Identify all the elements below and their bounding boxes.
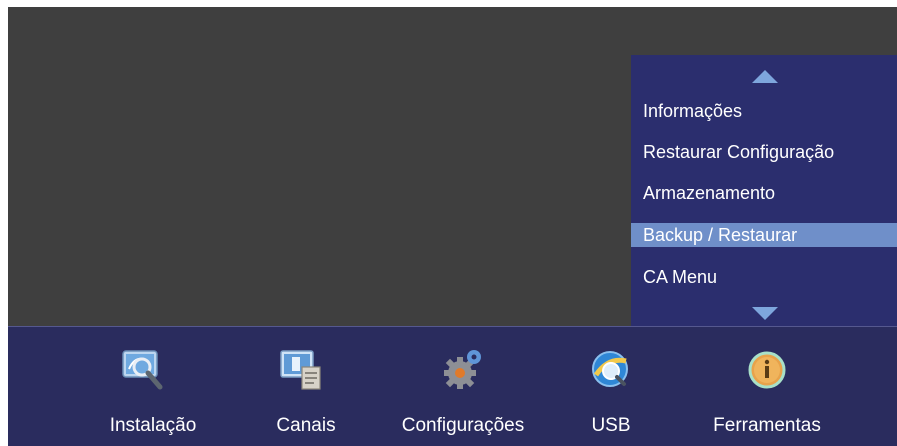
tools-submenu: Informações Restaurar Configuração Armaz… <box>631 55 897 326</box>
menu-item-informacoes[interactable]: Informações <box>631 99 897 123</box>
main-menu-label: Ferramentas <box>713 415 821 436</box>
menu-item-backup-restaurar[interactable]: Backup / Restaurar <box>631 223 897 247</box>
info-icon <box>748 351 786 389</box>
globe-search-icon <box>592 351 628 387</box>
tv-screen: Informações Restaurar Configuração Armaz… <box>8 7 897 446</box>
main-menu-usb[interactable]: USB <box>576 327 646 446</box>
main-menu-configuracoes[interactable]: Configurações <box>388 327 538 446</box>
menu-item-restaurar-configuracao[interactable]: Restaurar Configuração <box>631 140 897 164</box>
main-menu-ferramentas[interactable]: Ferramentas <box>698 327 836 446</box>
scroll-up-icon[interactable] <box>752 70 778 83</box>
satellite-dish-search-icon <box>122 350 163 390</box>
main-menu-label: Configurações <box>401 415 525 436</box>
scroll-down-icon[interactable] <box>752 307 778 320</box>
gears-icon <box>444 350 481 389</box>
main-menu-label: Instalação <box>109 415 197 436</box>
main-menu-label: Canais <box>276 415 336 436</box>
channel-list-icon <box>280 350 321 390</box>
main-menu-canais[interactable]: Canais <box>266 327 346 446</box>
main-menu-bar: Instalação Canais Configurações USB Ferr… <box>8 326 897 446</box>
main-menu-label: USB <box>591 415 631 436</box>
menu-item-armazenamento[interactable]: Armazenamento <box>631 181 897 205</box>
menu-item-ca-menu[interactable]: CA Menu <box>631 265 897 289</box>
main-menu-instalacao[interactable]: Instalação <box>98 327 208 446</box>
